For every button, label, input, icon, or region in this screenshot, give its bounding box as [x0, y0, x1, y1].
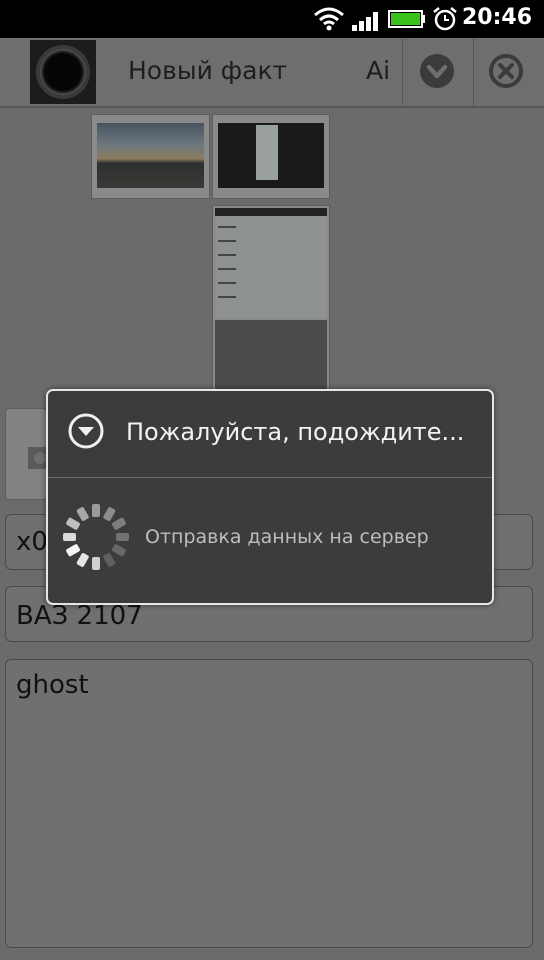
status-bar: 20:46	[0, 0, 544, 38]
chevron-down-icon[interactable]	[419, 53, 455, 89]
action-bar-extra: Аі	[366, 56, 390, 85]
field-2-value: ВАЗ 2107	[16, 601, 143, 631]
screenshot-thumbnail-1[interactable]	[212, 114, 330, 199]
camera-icon	[28, 447, 48, 469]
wifi-icon	[314, 7, 344, 31]
divider	[402, 38, 403, 106]
clock: 20:46	[461, 5, 532, 30]
info-dropdown-icon	[68, 413, 104, 449]
app-logo-icon[interactable]	[30, 40, 96, 104]
dialog-message: Отправка данных на сервер	[145, 526, 429, 548]
camera-button[interactable]	[5, 408, 48, 500]
alarm-icon	[433, 7, 457, 31]
field-1-value: x0	[16, 527, 48, 557]
battery-icon	[388, 10, 425, 28]
progress-dialog: Пожалуйста, подождите... Отправка данных…	[46, 389, 494, 605]
screenshot-thumbnail-2[interactable]	[212, 205, 330, 392]
divider	[473, 38, 474, 106]
photo-thumbnail-sunset[interactable]	[91, 114, 210, 199]
loading-spinner-icon	[63, 504, 129, 570]
action-bar-title: Новый факт	[128, 56, 288, 85]
close-icon[interactable]	[488, 53, 524, 89]
dialog-title: Пожалуйста, подождите...	[126, 418, 465, 446]
action-bar: Новый факт Аі	[0, 38, 544, 108]
field-3-value: ghost	[16, 670, 89, 700]
dialog-divider	[48, 477, 492, 478]
field-3[interactable]: ghost	[5, 659, 533, 948]
signal-icon	[352, 12, 378, 31]
